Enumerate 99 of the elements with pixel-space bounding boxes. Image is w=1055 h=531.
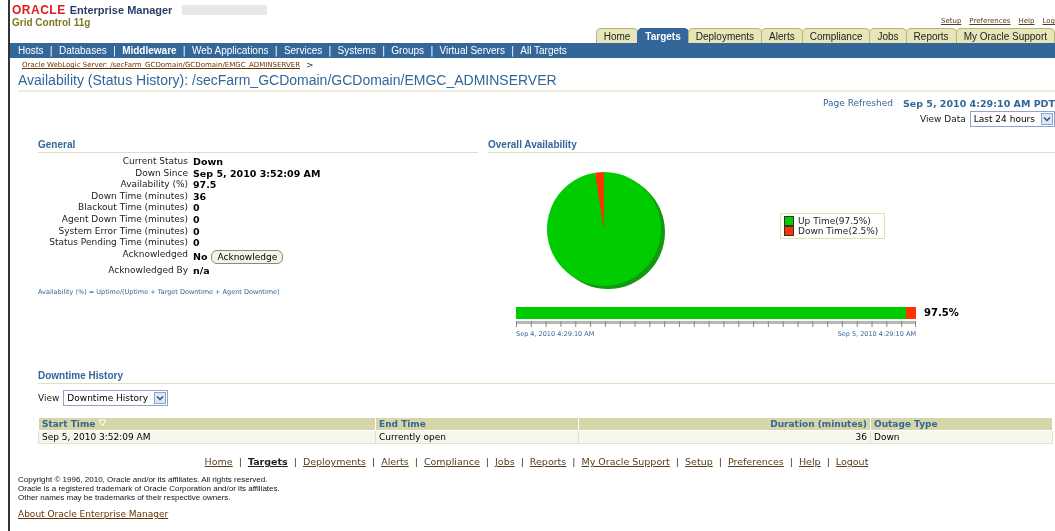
separator: | [328, 45, 332, 56]
field-label: Acknowledged [121, 248, 188, 261]
field-label: Status Pending Time (minutes) [48, 237, 188, 249]
tab[interactable]: Targets [637, 28, 689, 43]
separator: | [572, 456, 576, 467]
separator: | [414, 456, 418, 467]
field-label: Down Since [134, 167, 188, 180]
legend-label: Down Time(2.5%) [798, 226, 879, 236]
column-header[interactable]: Outage Type [870, 417, 1053, 431]
field-label: Current Status [121, 156, 188, 168]
legend-swatch [784, 226, 794, 236]
sub-tab[interactable]: Web Applications [191, 45, 269, 56]
legend-label: Up Time(97.5%) [798, 216, 871, 226]
availability-percent: 97.5% [924, 307, 959, 318]
tab[interactable]: Compliance [801, 28, 871, 43]
field-label: Agent Down Time (minutes) [60, 213, 188, 226]
separator: | [182, 45, 186, 56]
footer-link[interactable]: Reports [529, 456, 567, 467]
footer-link[interactable]: Jobs [495, 456, 515, 467]
footer-link[interactable]: Compliance [423, 456, 480, 467]
sub-tab[interactable]: Groups [391, 45, 425, 56]
copyright-text: Other names may be trademarks of their respective owners. [18, 493, 232, 502]
separator: | [485, 456, 490, 467]
field-value: 0 [193, 237, 200, 249]
view-dropdown[interactable]: Downtime History [63, 390, 169, 406]
footer-link[interactable]: Alerts [381, 456, 409, 467]
separator: | [520, 456, 524, 467]
column-header[interactable]: End Time [375, 417, 579, 431]
separator: | [675, 456, 680, 467]
legend-swatch [784, 216, 794, 226]
separator: | [238, 456, 242, 467]
separator: | [510, 45, 515, 56]
oracle-logo: ORACLE [12, 3, 66, 17]
separator: | [274, 45, 278, 56]
tab[interactable]: Deployments [687, 28, 763, 43]
tab[interactable]: Reports [905, 28, 957, 43]
field-value: 97.5 [193, 179, 217, 191]
footer-link[interactable]: Home [204, 456, 233, 467]
tab[interactable]: My Oracle Support [955, 28, 1055, 43]
separator: | [49, 45, 53, 56]
field-value: Down [193, 156, 223, 168]
footer-link[interactable]: Deployments [302, 456, 366, 467]
separator: | [112, 45, 117, 56]
section-title: Overall Availability [488, 139, 1055, 153]
breadcrumb-separator: > [306, 60, 314, 70]
tab[interactable]: Alerts [761, 28, 803, 43]
section-title: General [38, 139, 478, 153]
caret-icon [1041, 113, 1053, 125]
field-value: 0 [193, 225, 200, 238]
separator: | [789, 456, 793, 467]
copyright-text: Copyright © 1996, 2010, Oracle and/or its affiliates. All rights reserved. [18, 475, 269, 484]
field-value: 36 [193, 190, 207, 203]
about-link[interactable]: About Oracle Enterprise Manager [18, 509, 169, 519]
column-header[interactable]: Duration (minutes) [578, 417, 871, 431]
footer-link[interactable]: Preferences [727, 456, 784, 467]
field-label: System Error Time (minutes) [57, 225, 188, 238]
field-value: n/a [193, 264, 210, 277]
sub-tab[interactable]: Hosts [18, 45, 44, 56]
footer-link[interactable]: Logout [835, 456, 869, 467]
section-title: Downtime History [38, 370, 1055, 384]
sub-tab[interactable]: Systems [337, 45, 376, 56]
view-data-label: View Data [920, 114, 966, 124]
tab[interactable]: Home [595, 28, 639, 43]
sub-tab[interactable]: Services [283, 45, 323, 56]
field-value: 0 [193, 213, 200, 226]
sub-tab[interactable]: All Targets [520, 45, 567, 56]
sub-tab[interactable]: Middleware [122, 45, 177, 56]
field-label: Blackout Time (minutes) [77, 202, 188, 214]
caret-icon [154, 392, 167, 404]
tab[interactable]: Jobs [869, 28, 907, 43]
separator: | [381, 45, 386, 56]
refresh-time: Sep 5, 2010 4:29:10 AM PDT [902, 98, 1055, 109]
separator: | [718, 456, 722, 467]
footer-link[interactable]: Setup [685, 456, 713, 467]
field-value: No [193, 250, 208, 263]
footer-link[interactable]: Help [798, 456, 821, 467]
copyright-text: Oracle is a registered trademark of Oracle Corporation and/or its affiliates. [18, 484, 281, 493]
separator: | [430, 45, 434, 56]
product-name: Enterprise Manager [69, 4, 173, 16]
product-edition: Grid Control 11g [12, 17, 92, 28]
footer-link[interactable]: My Oracle Support [581, 456, 670, 467]
acknowledge-button[interactable]: Acknowledge [211, 249, 284, 264]
field-value: 0 [193, 202, 200, 214]
view-data-dropdown[interactable]: Last 24 hours [969, 111, 1055, 127]
page-title: Availability (Status History): /secFarm_GCDomain/GCDomain/EMGC_ADMINSERVER [18, 72, 1055, 92]
field-label: Availability (%) [119, 179, 188, 191]
column-header[interactable]: Start Time [38, 417, 376, 431]
sub-tab[interactable]: Virtual Servers [439, 45, 505, 56]
view-label: View [38, 393, 60, 403]
field-label: Down Time (minutes) [90, 190, 188, 203]
footer-link[interactable]: Targets [247, 456, 288, 467]
sub-tab[interactable]: Databases [58, 45, 107, 56]
separator: | [826, 456, 830, 467]
field-label: Acknowledged By [107, 264, 188, 277]
separator: | [371, 456, 376, 467]
separator: | [293, 456, 297, 467]
sort-icon [98, 419, 108, 427]
field-value: Sep 5, 2010 3:52:09 AM [193, 167, 321, 180]
refresh-label: Page Refreshed [823, 98, 893, 109]
